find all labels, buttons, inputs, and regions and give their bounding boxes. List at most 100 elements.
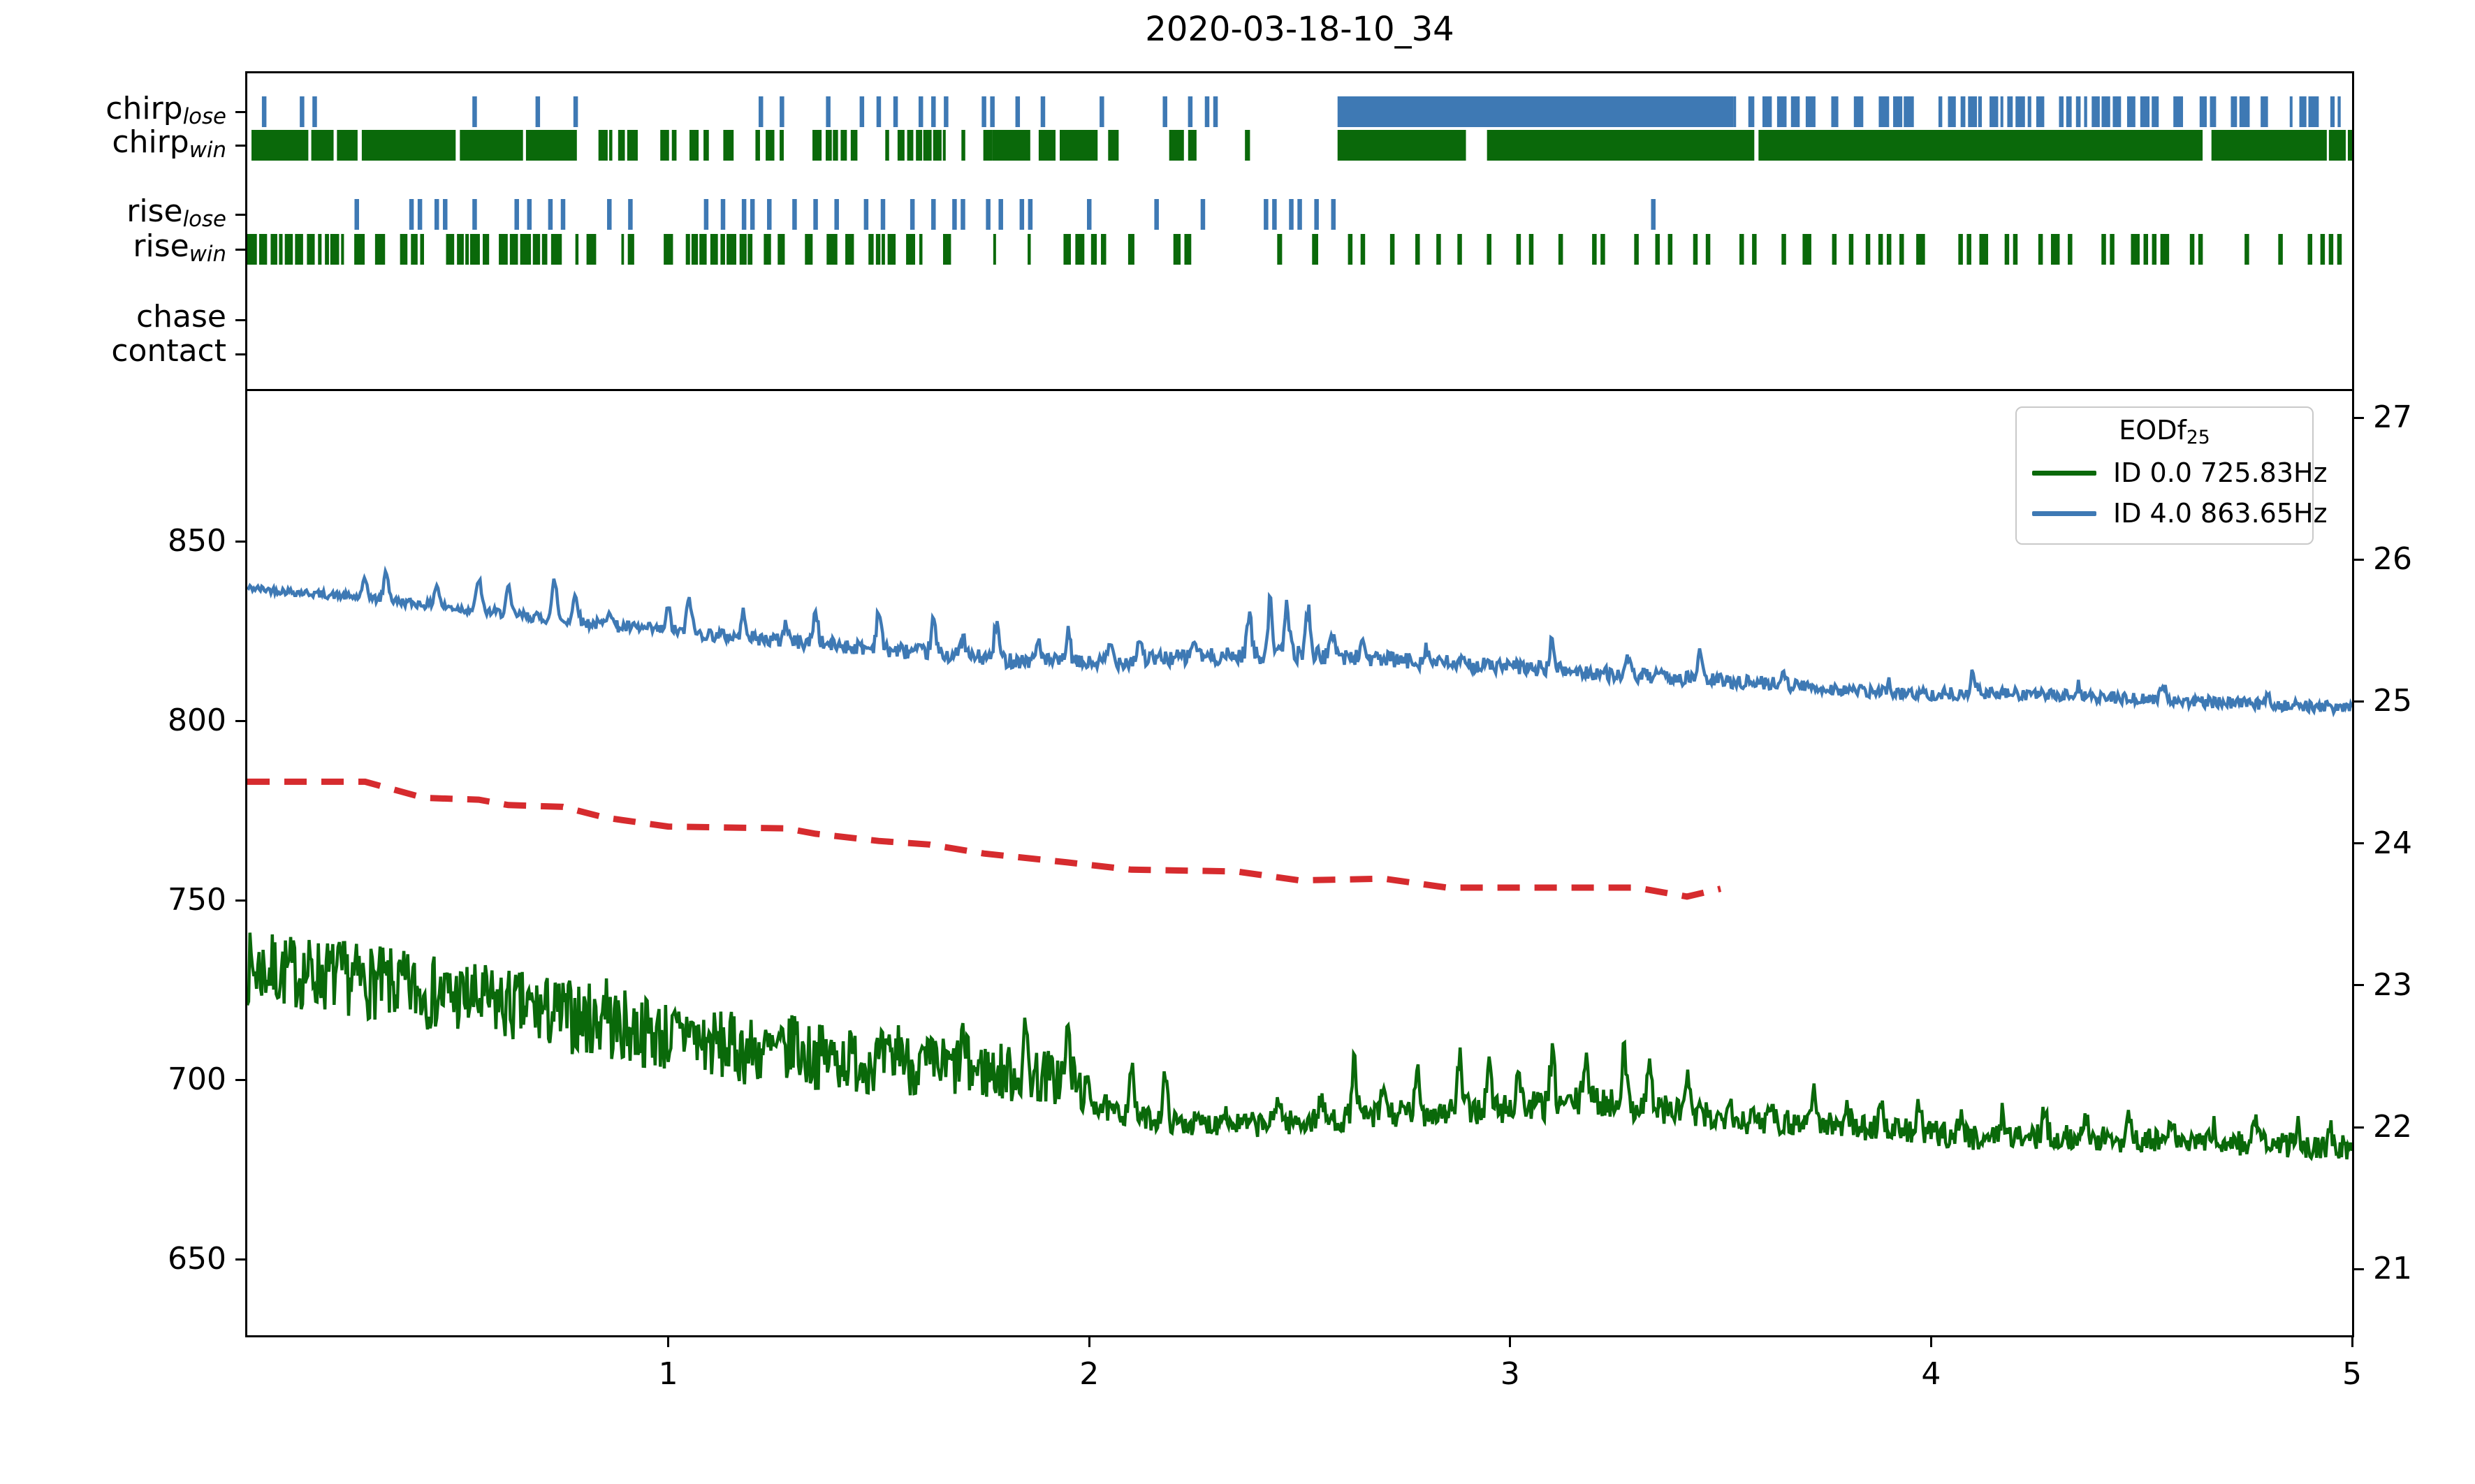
event-tick: [750, 199, 755, 230]
event-tick: [318, 234, 321, 265]
event-tick: [984, 130, 993, 161]
event-tick: [833, 130, 838, 161]
event-tick: [805, 234, 812, 265]
event-block: [2329, 130, 2346, 161]
y-left-tickmark: [235, 899, 247, 902]
event-tick: [720, 234, 725, 265]
event-tick: [472, 96, 477, 127]
event-tick: [1075, 234, 1084, 265]
event-tick: [1706, 234, 1711, 265]
event-tick: [609, 130, 613, 161]
x-tick-label: 2: [1037, 1359, 1141, 1390]
event-raster-plot: [247, 73, 2352, 389]
event-block: [2348, 130, 2352, 161]
event-tick: [400, 234, 408, 265]
event-tick: [2036, 96, 2044, 127]
x-tickmark: [1509, 1335, 1511, 1347]
event-tick: [1415, 234, 1420, 265]
event-block: [1169, 130, 1184, 161]
event-tick: [2173, 96, 2183, 127]
event-tick: [1916, 234, 1921, 265]
event-tick: [2329, 234, 2334, 265]
y-left-tick-label: 750: [122, 885, 226, 916]
event-tick: [472, 199, 477, 230]
event-tick: [470, 234, 480, 265]
event-block: [1039, 130, 1056, 161]
event-tick: [587, 234, 597, 265]
event-tick: [1980, 234, 1985, 265]
event-tick: [2038, 234, 2043, 265]
event-tick: [2330, 96, 2335, 127]
event-tick: [2200, 96, 2207, 127]
event-tick: [981, 96, 986, 127]
event-tick: [766, 130, 774, 161]
event-tick: [536, 96, 541, 127]
event-tick: [2051, 234, 2056, 265]
event-tick: [2210, 96, 2217, 127]
event-tick: [628, 199, 633, 230]
event-tick: [812, 130, 822, 161]
median-dashed-line: [247, 781, 1721, 897]
event-tick: [1887, 234, 1892, 265]
event-block: [993, 130, 1030, 161]
event-tick: [1101, 234, 1106, 265]
event-tick: [2198, 234, 2203, 265]
event-tick: [1777, 96, 1787, 127]
row-label-main: chase: [136, 299, 226, 335]
event-tick: [1791, 96, 1800, 127]
event-tick: [1184, 234, 1191, 265]
event-tick: [262, 96, 267, 127]
event-tick: [1693, 234, 1698, 265]
raster-row-tickmark: [235, 249, 247, 251]
event-tick: [1487, 234, 1491, 265]
eodf-trace-id4: [247, 571, 2352, 713]
event-tick: [888, 234, 896, 265]
event-tick: [1600, 234, 1605, 265]
y-right-tick-label: 24: [2373, 828, 2475, 859]
event-tick: [279, 234, 282, 265]
event-tick: [1948, 96, 1956, 127]
y-right-tickmark: [2352, 559, 2364, 561]
event-tick: [864, 199, 869, 230]
event-tick: [1529, 234, 1534, 265]
event-tick: [881, 199, 886, 230]
event-tick: [300, 96, 305, 127]
y-right-tickmark: [2352, 1268, 2364, 1270]
event-tick: [499, 234, 508, 265]
event-tick: [931, 96, 936, 127]
event-tick: [1781, 234, 1786, 265]
event-tick: [721, 199, 726, 230]
event-tick: [834, 199, 839, 230]
event-tick: [2084, 96, 2087, 127]
event-tick: [2140, 96, 2149, 127]
legend-title-main: EODf: [2119, 415, 2186, 446]
legend-entry: ID 0.0 725.83Hz: [2017, 453, 2312, 493]
x-tick-label: 4: [1878, 1359, 1983, 1390]
event-tick: [1289, 199, 1294, 230]
event-tick: [2278, 234, 2283, 265]
event-tick: [2059, 96, 2064, 127]
event-tick: [813, 199, 818, 230]
event-tick: [780, 130, 784, 161]
event-tick: [2152, 234, 2157, 265]
event-block: [312, 130, 334, 161]
raster-row-tickmark: [235, 214, 247, 216]
event-tick: [1733, 96, 1736, 127]
event-tick: [2007, 96, 2013, 127]
event-tick: [943, 234, 951, 265]
event-block: [1245, 130, 1250, 161]
event-tick: [514, 199, 519, 230]
event-tick: [2068, 234, 2073, 265]
event-tick: [777, 234, 784, 265]
event-tick: [2337, 96, 2340, 127]
event-tick: [1297, 199, 1302, 230]
event-tick: [1592, 234, 1597, 265]
x-tickmark: [2351, 1335, 2353, 1347]
event-tick: [354, 234, 365, 265]
event-tick: [692, 234, 698, 265]
event-tick: [1312, 234, 1318, 265]
event-tick: [628, 234, 634, 265]
event-tick: [1752, 234, 1757, 265]
event-tick: [1802, 234, 1807, 265]
y-left-tick-label: 850: [122, 526, 226, 557]
